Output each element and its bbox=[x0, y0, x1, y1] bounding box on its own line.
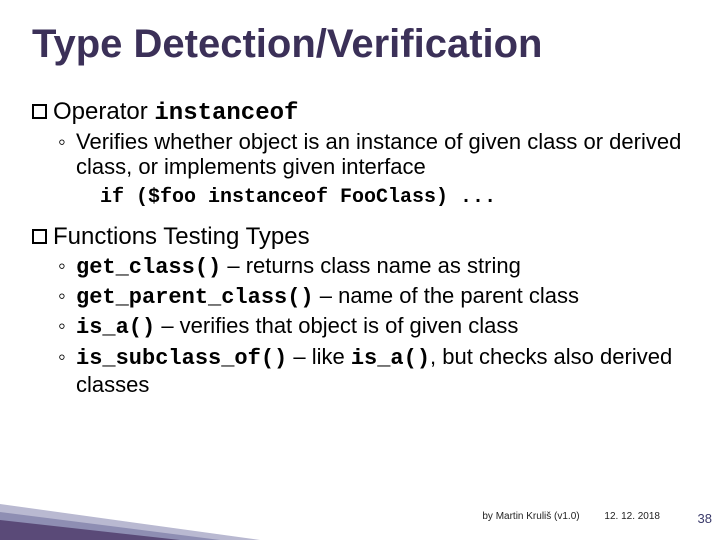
decorative-wedge bbox=[0, 490, 260, 540]
code-example: if ($foo instanceof FooClass) ... bbox=[100, 186, 690, 209]
caret-icon: ◦ bbox=[58, 129, 72, 154]
fn-desc: – returns class name as string bbox=[221, 253, 521, 278]
footer-date: 12. 12. 2018 bbox=[604, 511, 660, 522]
list-item: ◦ is_subclass_of() – like is_a(), but ch… bbox=[76, 344, 690, 399]
fn-name: get_parent_class() bbox=[76, 285, 314, 310]
page-title: Type Detection/Verification bbox=[32, 22, 543, 67]
list-item: ◦ get_class() – returns class name as st… bbox=[76, 253, 690, 281]
caret-icon: ◦ bbox=[58, 313, 66, 339]
square-bullet-icon bbox=[32, 104, 47, 119]
section-operator-prefix: Operator bbox=[53, 98, 148, 125]
fn-name: is_a() bbox=[76, 315, 155, 340]
section-functions-label: Functions Testing Types bbox=[53, 223, 310, 250]
fn-name: is_subclass_of() bbox=[76, 346, 287, 371]
fn-name: get_class() bbox=[76, 255, 221, 280]
fn-desc: – name of the parent class bbox=[314, 283, 579, 308]
square-bullet-icon bbox=[32, 229, 47, 244]
section-operator-desc: ◦Verifies whether object is an instance … bbox=[76, 129, 690, 180]
fn-desc: – verifies that object is of given class bbox=[155, 313, 518, 338]
section-functions-heading: Functions Testing Types bbox=[32, 223, 690, 251]
fn-name-ref: is_a() bbox=[351, 346, 430, 371]
footer-author: by Martin Kruliš (v1.0) bbox=[482, 511, 579, 522]
caret-icon: ◦ bbox=[58, 253, 66, 279]
list-item: ◦ get_parent_class() – name of the paren… bbox=[76, 283, 690, 311]
caret-icon: ◦ bbox=[58, 283, 66, 309]
section-operator-keyword: instanceof bbox=[154, 100, 298, 127]
slide: Type Detection/Verification Operator ins… bbox=[0, 0, 720, 540]
content-area: Operator instanceof ◦Verifies whether ob… bbox=[32, 98, 690, 401]
fn-desc-a: – like bbox=[287, 344, 351, 369]
section-operator-desc-text: Verifies whether object is an instance o… bbox=[76, 129, 681, 179]
caret-icon: ◦ bbox=[58, 344, 66, 370]
list-item: ◦ is_a() – verifies that object is of gi… bbox=[76, 313, 690, 341]
page-number: 38 bbox=[698, 511, 712, 526]
section-operator-heading: Operator instanceof bbox=[32, 98, 690, 127]
footer: by Martin Kruliš (v1.0) 12. 12. 2018 bbox=[482, 511, 694, 522]
